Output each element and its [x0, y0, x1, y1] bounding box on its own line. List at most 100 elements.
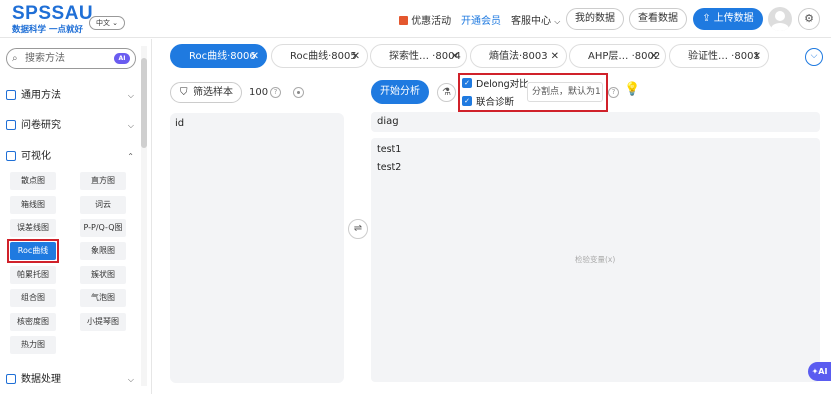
logo-text[interactable]: SPSSAU [12, 3, 93, 25]
filter-sample-button[interactable]: ⛉ 筛选样本 [170, 82, 242, 103]
tabs-dropdown-icon[interactable]: ⌵ [805, 48, 823, 66]
joint-diagnosis-checkbox[interactable]: ✓ [462, 96, 472, 106]
database-icon [6, 374, 16, 384]
vip-link[interactable]: 开通会员 [461, 12, 501, 27]
chevron-down-icon: ⌵ [554, 17, 561, 26]
variable-list[interactable]: id [170, 113, 344, 383]
cutoff-input[interactable]: 分割点，默认为1 [527, 82, 603, 102]
logo-slogan: 数据科学 一点就好 [12, 25, 83, 35]
filter-icon: ⛉ [180, 87, 188, 98]
avatar[interactable] [768, 7, 792, 31]
close-icon[interactable]: ✕ [251, 45, 259, 69]
support-label: 客服中心 [511, 16, 551, 27]
viz-combo[interactable]: 组合图 [10, 289, 56, 307]
delong-checkbox[interactable]: ✓ [462, 78, 472, 88]
sidebar-item-label: 数据处理 [21, 374, 61, 385]
tab-cfa-8001[interactable]: 验证性… ·8001 ✕ [669, 44, 769, 68]
list-item[interactable]: test1 [377, 144, 401, 155]
scrollbar-thumb[interactable] [141, 58, 147, 148]
viz-ppqq[interactable]: P-P/Q-Q图 [80, 219, 126, 237]
view-data-button[interactable]: 查看数据 [629, 8, 687, 30]
close-icon[interactable]: ✕ [753, 45, 761, 69]
tab-label: Roc曲线·8005 [290, 51, 357, 62]
viz-heatmap[interactable]: 热力图 [10, 336, 56, 354]
joint-diagnosis-label: 联合诊断 [476, 97, 515, 108]
viz-scatter[interactable]: 散点图 [10, 172, 56, 190]
viz-roc[interactable]: Roc曲线 [10, 242, 56, 260]
viz-violin[interactable]: 小提琴图 [80, 313, 126, 331]
promo-label: 优惠活动 [411, 16, 452, 27]
ai-label: AI [818, 367, 828, 376]
chevron-down-icon: ⌵ [127, 91, 134, 100]
test-variable-box[interactable]: test1 test2 检验变量(x) [371, 138, 820, 382]
viz-quadrant[interactable]: 象限图 [80, 242, 126, 260]
sidebar-item-questionnaire[interactable]: 问卷研究 ⌵ [6, 117, 136, 135]
tab-ahp-8002[interactable]: AHP层… ·8002 ✕ [569, 44, 666, 68]
close-icon[interactable]: ✕ [650, 45, 658, 69]
help-icon[interactable]: ? [608, 87, 619, 98]
filter-label: 筛选样本 [193, 87, 233, 98]
tab-explore-8004[interactable]: 探索性… ·8004 ✕ [370, 44, 467, 68]
sample-count: 100 [249, 87, 269, 98]
tab-roc-8005[interactable]: Roc曲线·8005 ✕ [271, 44, 368, 68]
swap-icon[interactable]: ⇌ [348, 219, 368, 239]
sidebar-scrollbar[interactable] [141, 46, 147, 386]
upload-data-button[interactable]: ⇪ 上传数据 [693, 8, 763, 30]
sidebar-item-data-processing[interactable]: 数据处理 ⌵ [6, 371, 136, 389]
top-header: SPSSAU 数据科学 一点就好 中文 ⌄ 优惠活动 开通会员 客服中心 ⌵ 我… [0, 0, 831, 38]
target-variable-box[interactable]: diag [371, 112, 820, 132]
close-icon[interactable]: ✕ [451, 45, 459, 69]
close-icon[interactable]: ✕ [551, 45, 559, 69]
tab-label: 验证性… ·8001 [688, 51, 760, 62]
tab-roc-8006[interactable]: Roc曲线·8006 ✕ [170, 44, 267, 68]
viz-errorbar[interactable]: 误差线图 [10, 219, 56, 237]
chevron-down-icon: ⌵ [127, 121, 134, 130]
viz-wordcloud[interactable]: 词云 [80, 196, 126, 214]
upload-label: 上传数据 [713, 13, 754, 24]
questionnaire-icon [6, 120, 16, 130]
user-icon [771, 11, 789, 31]
viz-boxplot[interactable]: 箱线图 [10, 196, 56, 214]
tab-entropy-8003[interactable]: 熵值法·8003 ✕ [470, 44, 567, 68]
tab-label: Roc曲线·8006 [189, 51, 256, 62]
chart-icon [6, 151, 16, 161]
upload-icon: ⇪ [702, 13, 711, 24]
flask-icon[interactable]: ⚗ [437, 83, 456, 102]
support-menu[interactable]: 客服中心 ⌵ [511, 12, 560, 27]
viz-histogram[interactable]: 直方图 [80, 172, 126, 190]
sidebar-item-label: 问卷研究 [21, 120, 61, 131]
test-variable-hint: 检验变量(x) [575, 255, 616, 264]
viz-kde[interactable]: 核密度图 [10, 313, 56, 331]
viz-cluster[interactable]: 簇状图 [80, 266, 126, 284]
language-select[interactable]: 中文 ⌄ [89, 16, 125, 30]
tab-label: 熵值法·8003 [489, 51, 548, 62]
close-icon[interactable]: ✕ [352, 45, 360, 69]
search-icon: ⌕ [12, 53, 18, 64]
start-analysis-button[interactable]: 开始分析 [371, 80, 429, 104]
list-item[interactable]: test2 [377, 162, 401, 173]
chevron-up-icon: ⌃ [127, 152, 134, 161]
ai-search-badge[interactable]: AI [114, 53, 130, 64]
folder-icon [6, 90, 16, 100]
sample-settings-icon[interactable] [293, 87, 304, 98]
language-label: 中文 [95, 19, 110, 27]
sidebar-item-visualization[interactable]: 可视化 ⌃ [6, 148, 136, 166]
list-item[interactable]: id [175, 118, 184, 129]
chevron-down-icon: ⌵ [127, 375, 134, 384]
sidebar-item-general[interactable]: 通用方法 ⌵ [6, 87, 136, 105]
sidebar-item-label: 通用方法 [21, 90, 61, 101]
gear-icon[interactable]: ⚙ [798, 8, 820, 30]
search-input[interactable]: ⌕ 搜索方法 AI [6, 48, 136, 69]
viz-bubble[interactable]: 气泡图 [80, 289, 126, 307]
sidebar: ⌕ 搜索方法 AI 通用方法 ⌵ 问卷研究 ⌵ 可视化 ⌃ 散点图 直方图 箱线… [0, 39, 152, 394]
search-placeholder: 搜索方法 [25, 53, 65, 64]
lightbulb-icon[interactable]: 💡 [624, 82, 640, 97]
viz-pareto[interactable]: 帕累托图 [10, 266, 56, 284]
promo-link[interactable]: 优惠活动 [399, 12, 451, 27]
my-data-button[interactable]: 我的数据 [566, 8, 624, 30]
gift-icon [399, 16, 408, 25]
help-icon[interactable]: ? [270, 87, 281, 98]
sidebar-item-label: 可视化 [21, 151, 51, 162]
delong-label: Delong对比 [476, 79, 529, 90]
ai-assistant-button[interactable]: ✦AI [808, 362, 831, 381]
